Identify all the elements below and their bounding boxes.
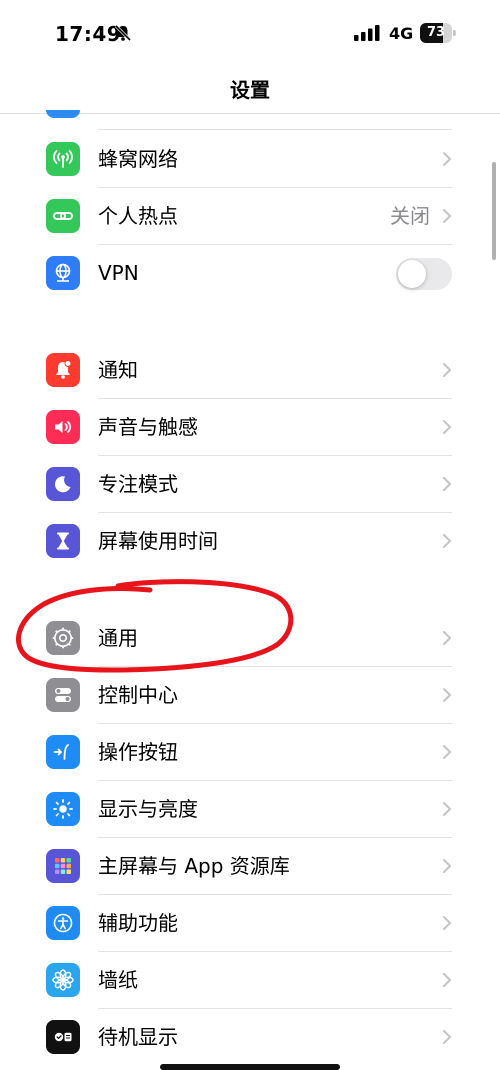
settings-row-action-button[interactable]: 操作按钮 (0, 724, 500, 781)
home-indicator[interactable] (160, 1064, 340, 1070)
settings-row-label: 辅助功能 (98, 911, 178, 935)
page-title: 设置 (230, 78, 270, 102)
moon-icon (46, 467, 80, 501)
accessibility-icon (46, 906, 80, 940)
gear-icon (46, 621, 80, 655)
settings-row-label: 操作按钮 (98, 740, 178, 764)
settings-row-label: 显示与亮度 (98, 797, 198, 821)
chevron-right-icon (443, 363, 451, 377)
settings-row-wallpaper[interactable]: 墙纸 (0, 952, 500, 1009)
chevron-right-icon (443, 859, 451, 873)
chevron-right-icon (443, 973, 451, 987)
bell-slash-icon (114, 24, 132, 42)
partial-row-icon (46, 110, 80, 118)
chevron-right-icon (443, 688, 451, 702)
settings-row-general[interactable]: 通用 (0, 610, 500, 667)
settings-row-label: 通知 (98, 358, 138, 382)
hotspot-link-icon (46, 199, 80, 233)
settings-row-label: 声音与触感 (98, 415, 198, 439)
settings-row-display[interactable]: 显示与亮度 (0, 781, 500, 838)
settings-row-cellular[interactable]: 蜂窝网络 (0, 131, 500, 188)
scroll-indicator[interactable] (492, 162, 496, 260)
chevron-right-icon (443, 534, 451, 548)
antenna-icon (46, 142, 80, 176)
chevron-right-icon (443, 209, 451, 223)
settings-row-label: VPN (98, 261, 139, 285)
settings-row-label: 专注模式 (98, 472, 178, 496)
settings-row-notifications[interactable]: 通知 (0, 342, 500, 399)
chevron-right-icon (443, 802, 451, 816)
network-type: 4G (389, 24, 414, 43)
settings-row-label: 通用 (98, 626, 138, 650)
settings-row-accessibility[interactable]: 辅助功能 (0, 895, 500, 952)
hotspot-status-value: 关闭 (390, 204, 430, 228)
bell-icon (46, 353, 80, 387)
battery-icon: 73 (420, 23, 456, 43)
vpn-globe-icon (46, 256, 80, 290)
settings-row-sounds[interactable]: 声音与触感 (0, 399, 500, 456)
vpn-toggle[interactable] (396, 258, 452, 290)
settings-row-label: 待机显示 (98, 1025, 178, 1049)
settings-row-screen-time[interactable]: 屏幕使用时间 (0, 513, 500, 570)
chevron-right-icon (443, 1030, 451, 1044)
chevron-right-icon (443, 745, 451, 759)
settings-row-label: 主屏幕与 App 资源库 (98, 854, 290, 878)
status-time: 17:49 (55, 22, 122, 46)
settings-row-label: 控制中心 (98, 683, 178, 707)
speaker-icon (46, 410, 80, 444)
settings-row-home-screen[interactable]: 主屏幕与 App 资源库 (0, 838, 500, 895)
action-arrow-icon (46, 735, 80, 769)
signal-bars-icon (354, 25, 380, 41)
standby-icon (46, 1020, 80, 1054)
chevron-right-icon (443, 152, 451, 166)
chevron-right-icon (443, 477, 451, 491)
settings-row-label: 蜂窝网络 (98, 147, 178, 171)
battery-level: 73 (426, 25, 446, 40)
sun-icon (46, 792, 80, 826)
chevron-right-icon (443, 420, 451, 434)
settings-row-standby[interactable]: 待机显示 (0, 1009, 500, 1066)
settings-row-vpn: VPN (0, 245, 500, 302)
settings-row-focus[interactable]: 专注模式 (0, 456, 500, 513)
settings-row-label: 墙纸 (98, 968, 138, 992)
app-grid-icon (46, 849, 80, 883)
settings-row-hotspot[interactable]: 个人热点 关闭 (0, 188, 500, 245)
settings-row-control-center[interactable]: 控制中心 (0, 667, 500, 724)
chevron-right-icon (443, 631, 451, 645)
chevron-right-icon (443, 916, 451, 930)
hourglass-icon (46, 524, 80, 558)
settings-row-label: 个人热点 (98, 204, 178, 228)
toggles-icon (46, 678, 80, 712)
status-bar: 17:49 4G 73 (0, 0, 500, 66)
toggle-knob (398, 260, 426, 288)
flower-icon (46, 963, 80, 997)
divider (98, 129, 452, 130)
settings-row-label: 屏幕使用时间 (98, 529, 218, 553)
